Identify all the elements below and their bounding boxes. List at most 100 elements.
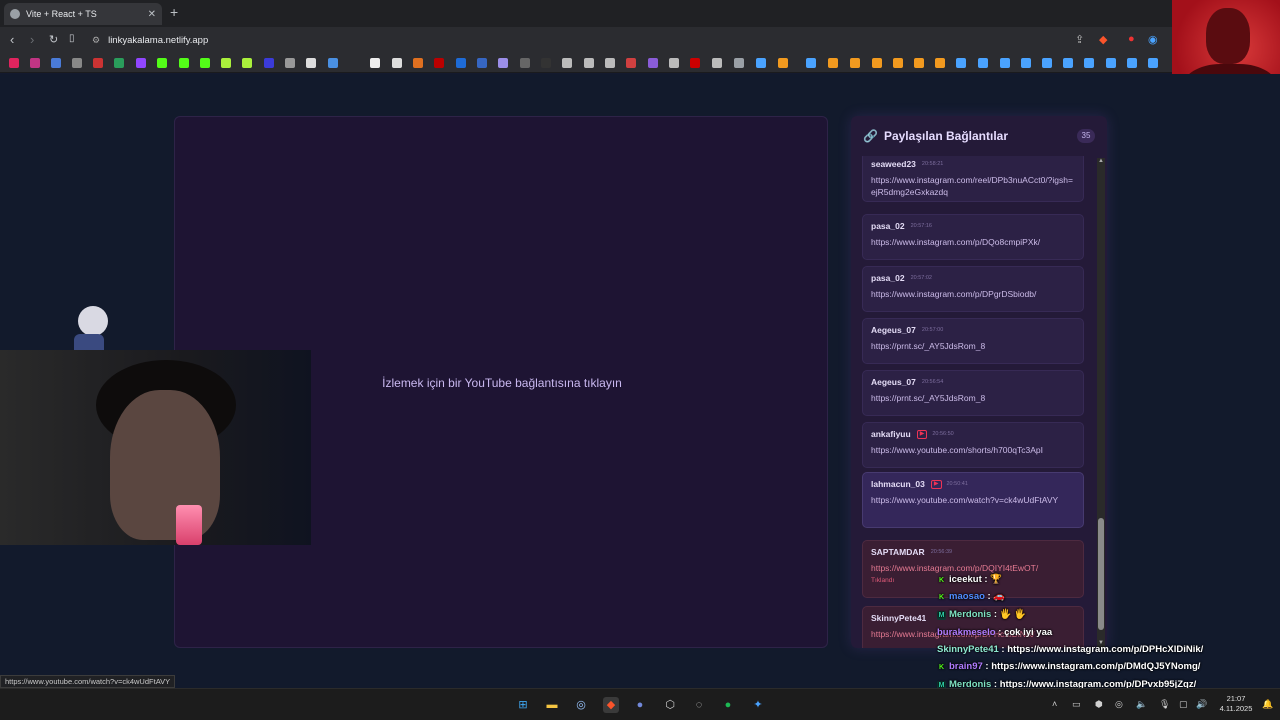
bookmark-icon[interactable] [51, 58, 61, 68]
bookmark-icon[interactable] [914, 58, 924, 68]
bookmark-icon[interactable] [456, 58, 466, 68]
link-url[interactable]: https://prnt.sc/_AY5JdsRom_8 [871, 392, 1075, 404]
close-tab-icon[interactable]: ✕ [148, 9, 156, 20]
steam-icon[interactable]: ◎ [573, 697, 589, 713]
link-url[interactable]: https://www.youtube.com/watch?v=ck4wUdFt… [871, 494, 1075, 506]
bookmark-icon[interactable] [114, 58, 124, 68]
link-item-active[interactable]: lahmacun_03 ▶ 20:50:41 https://www.youtube… [862, 472, 1084, 528]
bookmark-icon[interactable] [850, 58, 860, 68]
bookmark-icon[interactable] [872, 58, 882, 68]
bookmark-icon[interactable] [712, 58, 722, 68]
tray-icon[interactable]: ▭ [1072, 699, 1081, 710]
browser-tab[interactable]: Vite + React + TS ✕ [4, 3, 162, 25]
start-icon[interactable]: ⊞ [515, 697, 531, 713]
steam-icon[interactable] [978, 58, 988, 68]
app-icon[interactable]: ✦ [750, 697, 766, 713]
steam-icon[interactable] [1063, 58, 1073, 68]
forward-icon[interactable]: › [30, 32, 34, 47]
reload-icon[interactable]: ↻ [49, 33, 58, 46]
brave-icon[interactable]: ◆ [603, 697, 619, 713]
bookmark-icon[interactable] [541, 58, 551, 68]
bookmark-icon[interactable] [179, 58, 189, 68]
bookmark-icon[interactable] [413, 58, 423, 68]
scrollbar-thumb[interactable] [1098, 518, 1104, 630]
chevron-up-icon[interactable]: ˄ [1052, 699, 1057, 709]
link-item-clicked[interactable]: SAPTAMDAR 20:56:39 https://www.instagram.… [862, 540, 1084, 598]
steam-icon[interactable] [1000, 58, 1010, 68]
speaker-icon[interactable]: 🔈 [1136, 699, 1147, 710]
bookmark-icon[interactable] [434, 58, 444, 68]
link-url[interactable]: https://www.instagram.com/p/DPgrDSbiodb/ [871, 288, 1075, 300]
link-url[interactable]: https://www.instagram.com/p/DQo8cmpiPXk/ [871, 236, 1075, 248]
link-url[interactable]: https://prnt.sc/_AY5JdsRom_8 [871, 340, 1075, 352]
bookmark-icon[interactable] [72, 58, 82, 68]
bookmark-icon[interactable] [477, 58, 487, 68]
steam-icon[interactable] [756, 58, 766, 68]
bookmark-icon[interactable] [221, 58, 231, 68]
bookmark-icon[interactable] [306, 58, 316, 68]
bookmark-icon[interactable] [828, 58, 838, 68]
links-scrollbar[interactable]: ▲ ▼ [1097, 158, 1105, 648]
bookmark-icon[interactable] [605, 58, 615, 68]
bookmark-icon[interactable] [264, 58, 274, 68]
bookmark-icon[interactable] [200, 58, 210, 68]
scroll-up-icon[interactable]: ▲ [1097, 158, 1105, 166]
bookmark-icon[interactable] [392, 58, 402, 68]
link-item[interactable]: pasa_02 20:57:02 https://www.instagram.co… [862, 266, 1084, 312]
bookmark-icon[interactable] [9, 58, 19, 68]
bookmark-icon[interactable] [157, 58, 167, 68]
site-info-icon[interactable]: ⚙ [92, 35, 100, 46]
app-icon[interactable]: ◌ [691, 697, 707, 713]
bookmark-icon[interactable] [285, 58, 295, 68]
new-tab-button[interactable]: + [170, 4, 178, 20]
bookmark-icon[interactable] [935, 58, 945, 68]
file-explorer-icon[interactable]: ▬ [544, 697, 560, 713]
bookmark-icon[interactable] [584, 58, 594, 68]
discord-icon[interactable]: ● [632, 697, 648, 713]
steam-tray-icon[interactable]: ◎ [1115, 699, 1123, 710]
link-item[interactable]: ankafiyuu ▶ 20:56:50 https://www.youtube.c… [862, 422, 1084, 468]
bookmark-icon[interactable] [778, 58, 788, 68]
bookmark-icon[interactable] [498, 58, 508, 68]
tray-icon[interactable]: ⬢ [1095, 699, 1103, 710]
link-url[interactable]: https://www.instagram.com/reel/DPb3nuACc… [871, 174, 1075, 198]
link-item[interactable]: Aegeus_07 20:57:00 https://prnt.sc/_AY5Jd… [862, 318, 1084, 364]
bookmark-icon[interactable] [136, 58, 146, 68]
bookmark-icon[interactable] [626, 58, 636, 68]
clock[interactable]: 21:07 4.11.2025 [1216, 694, 1256, 714]
bookmark-icon[interactable] [562, 58, 572, 68]
share-icon[interactable]: ⇪ [1075, 33, 1084, 46]
folder-icon[interactable] [734, 58, 744, 68]
link-item[interactable]: pasa_02 20:57:16 https://www.instagram.co… [862, 214, 1084, 260]
steam-icon[interactable] [1021, 58, 1031, 68]
wallet-icon[interactable]: ◉ [1148, 33, 1158, 46]
link-item[interactable]: seaweed23 20:58:21 https://www.instagram.… [862, 156, 1084, 202]
link-url[interactable]: https://www.instagram.com/p/DQIYI4tEwOT/ [871, 562, 1075, 574]
network-icon[interactable]: ▢ [1179, 699, 1188, 710]
bookmark-icon[interactable] [690, 58, 700, 68]
bookmark-icon[interactable] [328, 58, 338, 68]
steam-icon[interactable] [806, 58, 816, 68]
steam-icon[interactable] [1148, 58, 1158, 68]
volume-icon[interactable]: 🔊 [1196, 699, 1207, 710]
app-icon[interactable]: ⬡ [662, 697, 678, 713]
brave-shield-icon[interactable]: ◆ [1099, 33, 1107, 46]
spotify-icon[interactable]: ● [720, 697, 736, 713]
bookmark-icon[interactable] [520, 58, 530, 68]
address-bar[interactable]: ⚙ linkyakalama.netlify.app [92, 31, 1122, 49]
extension-icon[interactable]: ● [1128, 33, 1135, 45]
bookmark-icon[interactable] [648, 58, 658, 68]
bookmark-icon[interactable] [669, 58, 679, 68]
bookmark-icon[interactable] [893, 58, 903, 68]
back-icon[interactable]: ‹ [10, 32, 14, 47]
link-url[interactable]: https://www.youtube.com/shorts/h700qTc3A… [871, 444, 1075, 456]
steam-icon[interactable] [956, 58, 966, 68]
notification-icon[interactable]: 🔔 [1262, 699, 1273, 710]
link-item[interactable]: Aegeus_07 20:56:54 https://prnt.sc/_AY5Jd… [862, 370, 1084, 416]
bookmark-icon[interactable] [242, 58, 252, 68]
bookmark-icon[interactable]: ▯ [69, 33, 75, 44]
microphone-icon[interactable]: 🎙 [1159, 699, 1170, 710]
steam-icon[interactable] [1042, 58, 1052, 68]
steam-icon[interactable] [1127, 58, 1137, 68]
bookmark-icon[interactable] [370, 58, 380, 68]
